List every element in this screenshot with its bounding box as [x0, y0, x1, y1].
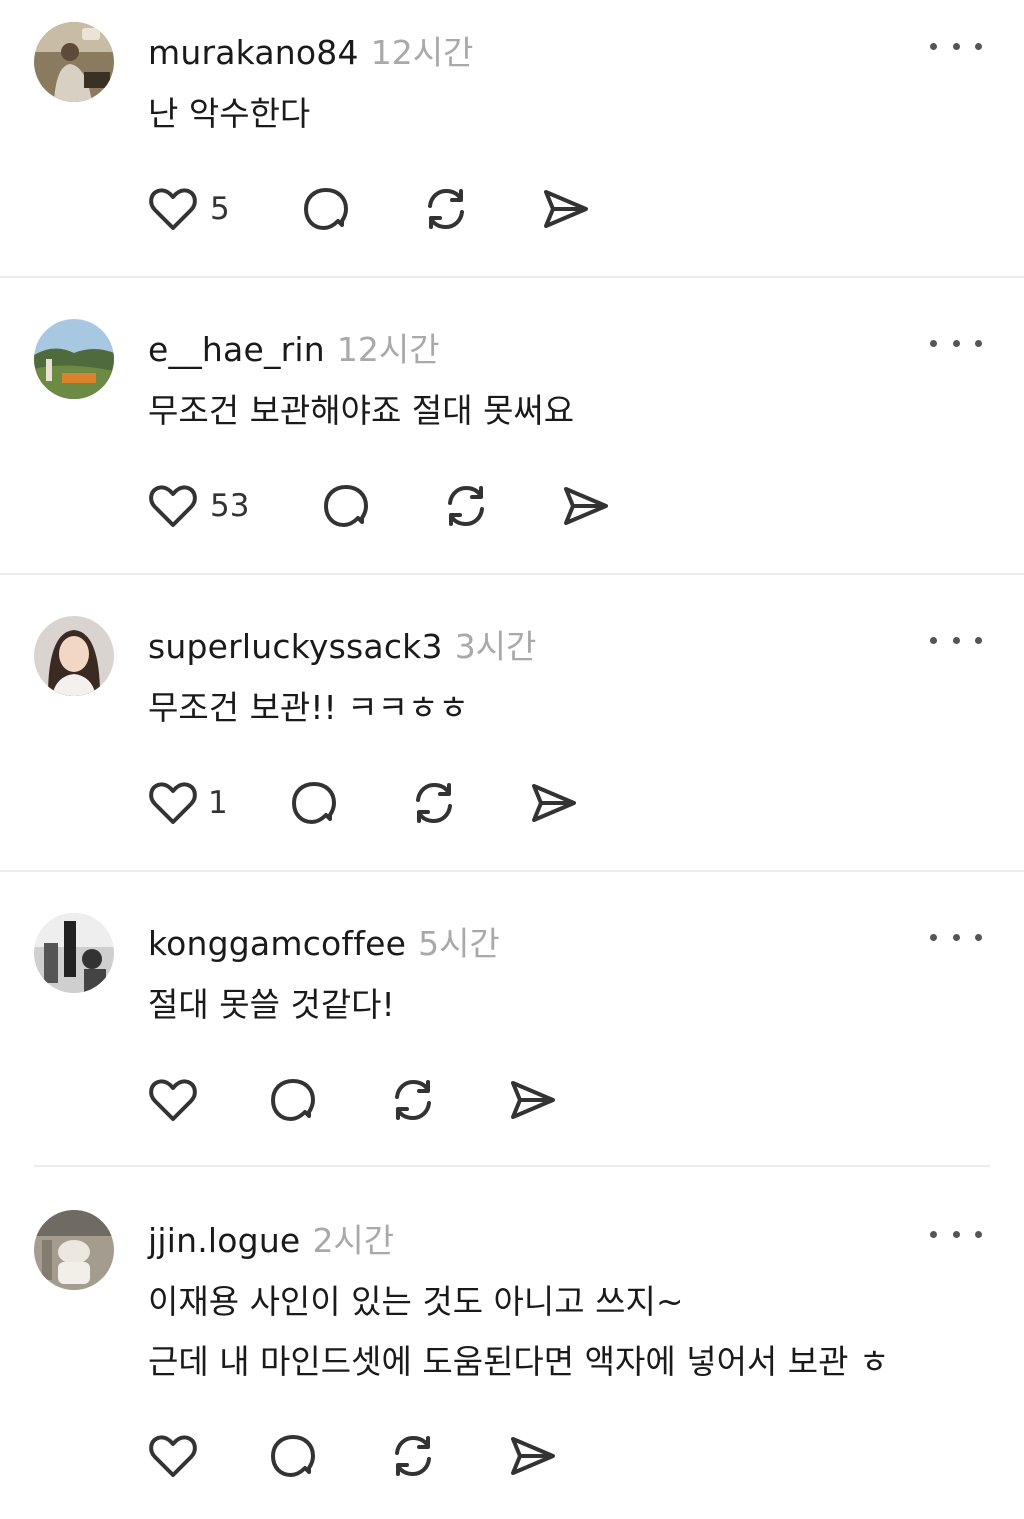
send-icon[interactable] [505, 1072, 561, 1128]
post-text-line: 무조건 보관해야죠 절대 못써요 [148, 391, 575, 430]
post-header: murakano84 12시간 [148, 26, 473, 74]
send-icon[interactable] [505, 1428, 561, 1484]
heart-icon[interactable] [145, 181, 201, 237]
post-divider [0, 573, 1024, 575]
comment-icon[interactable] [286, 775, 342, 831]
more-icon[interactable] [930, 630, 982, 650]
more-icon[interactable] [930, 927, 982, 947]
heart-icon[interactable] [145, 478, 201, 534]
post-divider [0, 870, 1024, 872]
more-icon[interactable] [930, 36, 982, 56]
post-text-line: 무조건 보관!! ㅋㅋㅎㅎ [148, 688, 469, 727]
like-count: 5 [210, 191, 230, 227]
post-text-line: 난 악수한다 [148, 94, 311, 133]
username[interactable]: e__hae_rin [148, 330, 325, 369]
comment-icon[interactable] [298, 181, 354, 237]
send-icon[interactable] [558, 478, 614, 534]
post-text: 절대 못쓸 것같다! [148, 975, 395, 1035]
repost-icon[interactable] [385, 1072, 441, 1128]
post-text: 무조건 보관해야죠 절대 못써요 [148, 381, 574, 441]
comment-icon[interactable] [318, 478, 374, 534]
post: konggamcoffee 5시간 절대 못쓸 것같다! [0, 891, 1024, 1169]
timestamp: 12시간 [370, 33, 474, 72]
more-icon[interactable] [930, 333, 982, 353]
like-count: 1 [208, 785, 228, 821]
heart-icon[interactable] [145, 775, 201, 831]
heart-icon[interactable] [145, 1072, 201, 1128]
avatar[interactable] [34, 616, 114, 696]
post-divider [34, 1165, 990, 1167]
timestamp: 12시간 [336, 330, 440, 369]
comment-icon[interactable] [265, 1428, 321, 1484]
username[interactable]: konggamcoffee [148, 924, 406, 963]
timestamp: 3시간 [454, 627, 537, 666]
post: jjin.logue 2시간 이재용 사인이 있는 것도 아니고 쓰지~ 근데 … [0, 1188, 1024, 1519]
post: murakano84 12시간 난 악수한다 5 [0, 0, 1024, 278]
post-text: 이재용 사인이 있는 것도 아니고 쓰지~ 근데 내 마인드셋에 도움된다면 액… [148, 1272, 889, 1392]
post-text-line: 이재용 사인이 있는 것도 아니고 쓰지~ [148, 1282, 684, 1321]
more-icon[interactable] [930, 1224, 982, 1244]
comment-icon[interactable] [265, 1072, 321, 1128]
send-icon[interactable] [526, 775, 582, 831]
post: e__hae_rin 12시간 무조건 보관해야죠 절대 못써요 53 [0, 297, 1024, 575]
repost-icon[interactable] [418, 181, 474, 237]
post-header: jjin.logue 2시간 [148, 1214, 394, 1262]
username[interactable]: superluckyssack3 [148, 627, 443, 666]
avatar[interactable] [34, 22, 114, 102]
heart-icon[interactable] [145, 1428, 201, 1484]
avatar[interactable] [34, 319, 114, 399]
post-header: superluckyssack3 3시간 [148, 620, 536, 668]
repost-icon[interactable] [406, 775, 462, 831]
timestamp: 2시간 [312, 1221, 395, 1260]
post-divider [0, 276, 1024, 278]
post-text-line: 근데 내 마인드셋에 도움된다면 액자에 넣어서 보관 ㅎ [148, 1342, 890, 1381]
post-text: 무조건 보관!! ㅋㅋㅎㅎ [148, 678, 469, 738]
post-header: konggamcoffee 5시간 [148, 917, 500, 965]
post-header: e__hae_rin 12시간 [148, 323, 440, 371]
send-icon[interactable] [538, 181, 594, 237]
repost-icon[interactable] [385, 1428, 441, 1484]
avatar[interactable] [34, 913, 114, 993]
username[interactable]: murakano84 [148, 33, 359, 72]
post-text-line: 절대 못쓸 것같다! [148, 985, 395, 1024]
timestamp: 5시간 [418, 924, 500, 963]
username[interactable]: jjin.logue [148, 1221, 300, 1260]
avatar[interactable] [34, 1210, 114, 1290]
repost-icon[interactable] [438, 478, 494, 534]
post-text: 난 악수한다 [148, 84, 310, 144]
post: superluckyssack3 3시간 무조건 보관!! ㅋㅋㅎㅎ 1 [0, 594, 1024, 872]
like-count: 53 [210, 488, 250, 524]
